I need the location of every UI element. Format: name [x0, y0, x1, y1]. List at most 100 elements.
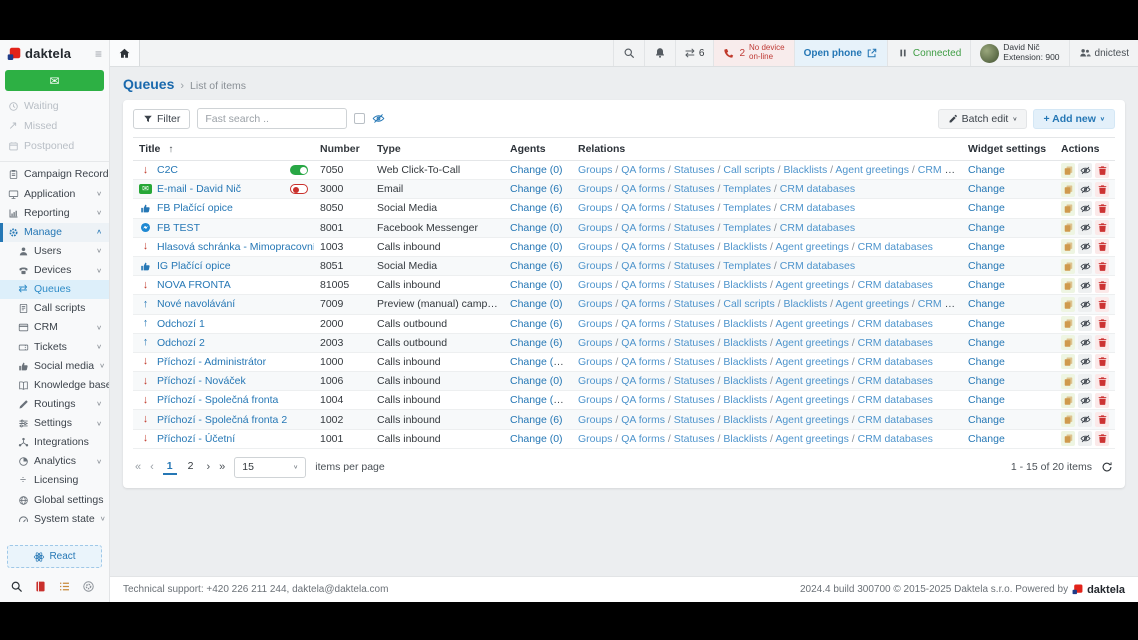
queue-title-link[interactable]: NOVA FRONTA: [157, 279, 231, 291]
relation-link-crm-databases[interactable]: CRM databases: [858, 356, 933, 368]
agents-change-link[interactable]: Change (6): [510, 183, 563, 195]
relation-link-crm-databases[interactable]: CRM databases: [858, 318, 933, 330]
queue-enabled-toggle[interactable]: [290, 184, 308, 194]
relation-link-crm-databases[interactable]: CRM databases: [780, 202, 855, 214]
relation-link-agent-greetings[interactable]: Agent greetings: [775, 337, 849, 349]
account-menu[interactable]: dnictest: [1069, 40, 1138, 66]
queue-title-link[interactable]: FB TEST: [157, 222, 200, 234]
relation-link-crm-databases[interactable]: CRM databases: [858, 241, 933, 253]
relation-link-agent-greetings[interactable]: Agent greetings: [775, 394, 849, 406]
sidebar-item-social-media[interactable]: Social media ∨: [0, 357, 109, 376]
relation-link-blacklists[interactable]: Blacklists: [723, 414, 767, 426]
relation-link-statuses[interactable]: Statuses: [674, 356, 715, 368]
add-new-button[interactable]: + Add new ∨: [1033, 109, 1115, 129]
select-all-checkbox[interactable]: [354, 113, 365, 124]
relation-link-statuses[interactable]: Statuses: [674, 279, 715, 291]
relation-link-agent-greetings[interactable]: Agent greetings: [775, 433, 849, 445]
relation-link-agent-greetings[interactable]: Agent greetings: [775, 241, 849, 253]
relation-link-groups[interactable]: Groups: [578, 433, 612, 445]
deactivate-button[interactable]: [1078, 182, 1092, 197]
clone-button[interactable]: [1061, 201, 1075, 216]
relation-link-call-scripts[interactable]: Call scripts: [723, 298, 774, 310]
widget-change-link[interactable]: Change: [968, 260, 1005, 272]
relation-link-crm-databases[interactable]: CRM databases: [780, 222, 855, 234]
deactivate-button[interactable]: [1078, 201, 1092, 216]
relation-link-blacklists[interactable]: Blacklists: [783, 164, 827, 176]
relation-link-statuses[interactable]: Statuses: [674, 241, 715, 253]
sidebar-item-devices[interactable]: Devices ∨: [0, 261, 109, 280]
sidebar-item-analytics[interactable]: Analytics ∨: [0, 452, 109, 471]
widget-change-link[interactable]: Change: [968, 394, 1005, 406]
notifications-button[interactable]: [644, 40, 675, 66]
filter-button[interactable]: Filter: [133, 109, 190, 129]
delete-button[interactable]: [1095, 278, 1109, 293]
relation-link-groups[interactable]: Groups: [578, 164, 612, 176]
relation-link-groups[interactable]: Groups: [578, 241, 612, 253]
relation-link-qa-forms[interactable]: QA forms: [621, 375, 665, 387]
relation-link-agent-greetings[interactable]: Agent greetings: [775, 356, 849, 368]
relation-link-blacklists[interactable]: Blacklists: [723, 241, 767, 253]
queue-title-link[interactable]: Příchozí - Společná fronta: [157, 394, 278, 406]
widget-change-link[interactable]: Change: [968, 375, 1005, 387]
relation-link-statuses[interactable]: Statuses: [674, 298, 715, 310]
widget-change-link[interactable]: Change: [968, 183, 1005, 195]
clone-button[interactable]: [1061, 354, 1075, 369]
relation-link-templates[interactable]: Templates: [723, 222, 771, 234]
agents-change-link[interactable]: Change (6): [510, 414, 563, 426]
sidebar-item-licensing[interactable]: ÷ Licensing: [0, 471, 109, 490]
agents-change-link[interactable]: Change (0): [510, 433, 563, 445]
connection-status[interactable]: Connected: [887, 40, 970, 66]
sidebar-item-tickets[interactable]: Tickets ∨: [0, 338, 109, 357]
sidebar-item-postponed[interactable]: Postponed: [0, 137, 109, 156]
relation-link-qa-forms[interactable]: QA forms: [621, 414, 665, 426]
global-search-button[interactable]: [613, 40, 644, 66]
relation-link-agent-greetings[interactable]: Agent greetings: [775, 279, 849, 291]
last-page-button[interactable]: »: [219, 461, 225, 473]
sidebar-item-manage[interactable]: Manage ∧: [0, 223, 109, 242]
sidebar-item-integrations[interactable]: Integrations: [0, 433, 109, 452]
relation-link-statuses[interactable]: Statuses: [674, 375, 715, 387]
agents-change-link[interactable]: Change (0): [510, 298, 563, 310]
prev-page-button[interactable]: ‹: [150, 461, 154, 473]
relation-link-qa-forms[interactable]: QA forms: [621, 164, 665, 176]
deactivate-button[interactable]: [1078, 316, 1092, 331]
batch-edit-button[interactable]: Batch edit ∨: [938, 109, 1028, 129]
widget-change-link[interactable]: Change: [968, 414, 1005, 426]
sidebar-item-global-settings[interactable]: Global settings: [0, 491, 109, 510]
fast-search-input[interactable]: [197, 108, 347, 129]
agents-change-link[interactable]: Change (6): [510, 318, 563, 330]
deactivate-button[interactable]: [1078, 239, 1092, 254]
widget-change-link[interactable]: Change: [968, 356, 1005, 368]
queue-title-link[interactable]: Příchozí - Administrátor: [157, 356, 266, 368]
deactivate-button[interactable]: [1078, 354, 1092, 369]
clone-button[interactable]: [1061, 259, 1075, 274]
relation-link-groups[interactable]: Groups: [578, 279, 612, 291]
relation-link-agent-greetings[interactable]: Agent greetings: [775, 375, 849, 387]
relation-link-statuses[interactable]: Statuses: [674, 260, 715, 272]
clone-button[interactable]: [1061, 220, 1075, 235]
widget-change-link[interactable]: Change: [968, 298, 1005, 310]
agents-change-link[interactable]: Change (0): [510, 241, 563, 253]
widget-change-link[interactable]: Change: [968, 222, 1005, 234]
deactivate-button[interactable]: [1078, 412, 1092, 427]
relation-link-qa-forms[interactable]: QA forms: [621, 394, 665, 406]
agents-change-link[interactable]: Change (0): [510, 222, 563, 234]
delete-button[interactable]: [1095, 297, 1109, 312]
relation-link-qa-forms[interactable]: QA forms: [621, 298, 665, 310]
deactivate-button[interactable]: [1078, 220, 1092, 235]
page-button-2[interactable]: 2: [184, 459, 198, 475]
queue-title-link[interactable]: Příchozí - Společná fronta 2: [157, 414, 287, 426]
relation-link-blacklists[interactable]: Blacklists: [723, 337, 767, 349]
col-relations[interactable]: Relations: [572, 138, 962, 160]
sidebar-item-settings[interactable]: Settings ∨: [0, 414, 109, 433]
deactivate-button[interactable]: [1078, 163, 1092, 178]
relation-link-blacklists[interactable]: Blacklists: [723, 433, 767, 445]
delete-button[interactable]: [1095, 431, 1109, 446]
agents-change-link[interactable]: Change (11): [510, 356, 568, 368]
relation-link-statuses[interactable]: Statuses: [674, 414, 715, 426]
queue-enabled-toggle[interactable]: [290, 165, 308, 175]
queue-title-link[interactable]: Odchozí 2: [157, 337, 205, 349]
queue-title-link[interactable]: Nové navolávání: [157, 298, 235, 310]
agents-change-link[interactable]: Change (6): [510, 260, 563, 272]
sidebar-item-waiting[interactable]: Waiting: [0, 97, 109, 116]
